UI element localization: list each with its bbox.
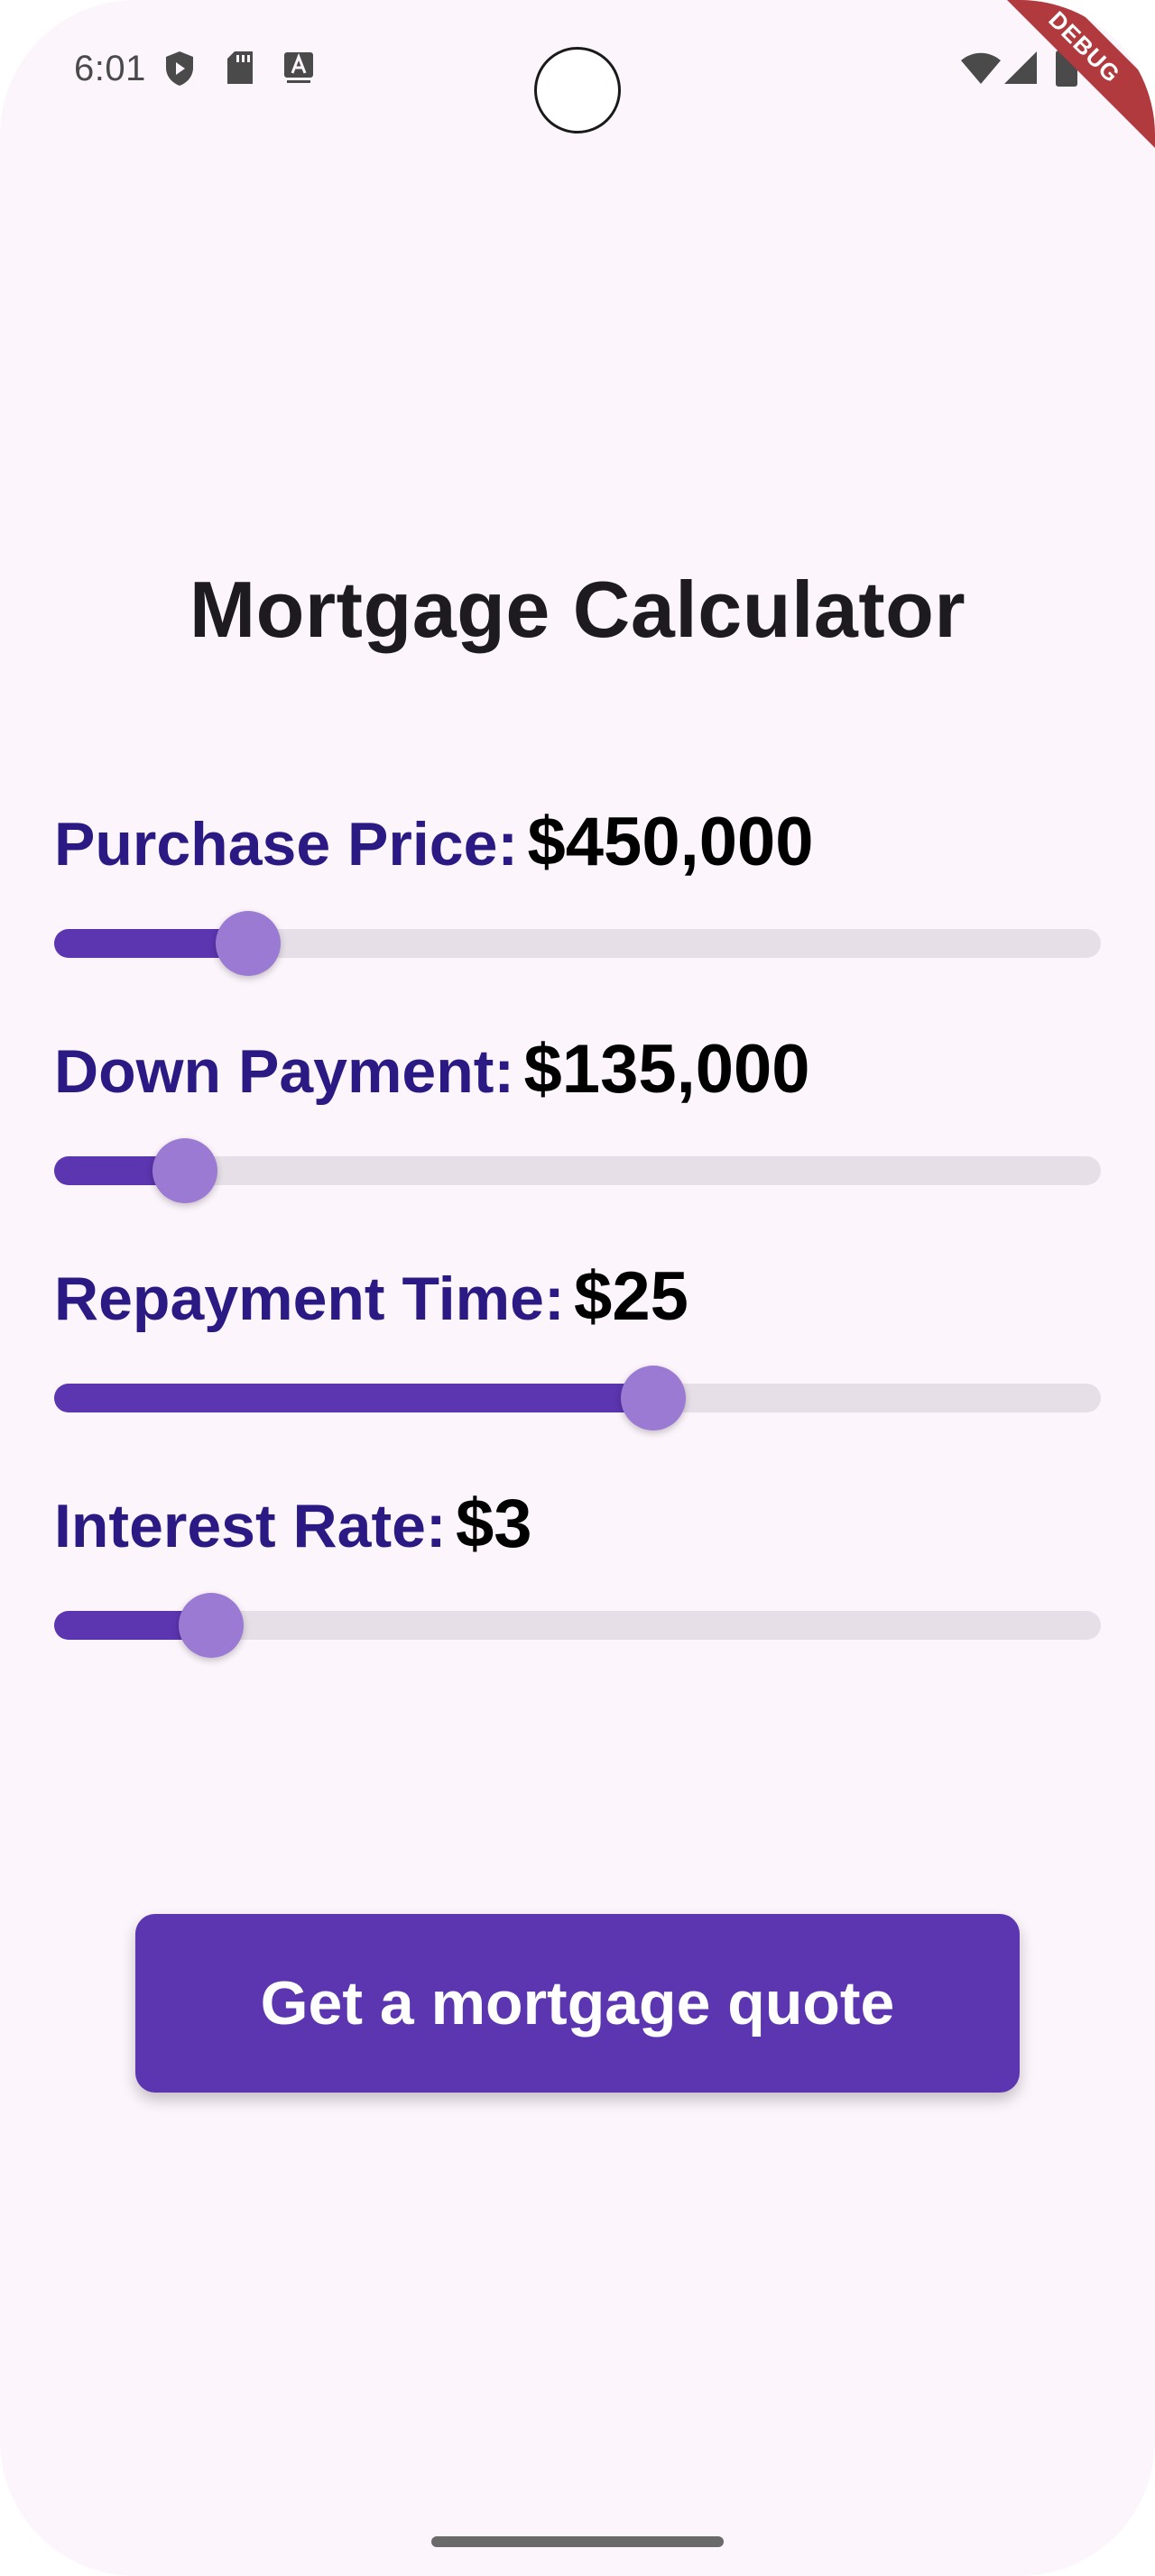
shield-play-icon <box>164 51 195 91</box>
down-payment-slider[interactable] <box>54 1138 1101 1203</box>
home-indicator[interactable] <box>431 2536 724 2547</box>
status-time: 6:01 <box>74 49 146 88</box>
camera-cutout <box>534 47 621 133</box>
sd-card-icon <box>226 51 254 89</box>
page-title: Mortgage Calculator <box>189 565 966 654</box>
down-payment-label: Down Payment: $135,000 <box>54 1030 810 1109</box>
down-payment-value: $135,000 <box>523 1031 810 1108</box>
purchase-price-slider[interactable] <box>54 911 1101 976</box>
purchase-price-slider-thumb[interactable] <box>215 911 281 976</box>
status-bar: 6:01 DEBUG <box>0 0 1155 152</box>
purchase-price-name: Purchase Price: <box>54 810 519 879</box>
interest-rate-value: $3 <box>456 1486 532 1562</box>
down-payment-name: Down Payment: <box>54 1037 515 1106</box>
purchase-price-value: $450,000 <box>527 804 814 880</box>
interest-rate-name: Interest Rate: <box>54 1492 447 1560</box>
repayment-time-slider[interactable] <box>54 1366 1101 1431</box>
purchase-price-label: Purchase Price: $450,000 <box>54 803 814 881</box>
interest-rate-slider-thumb[interactable] <box>179 1593 244 1658</box>
cell-signal-icon <box>1003 51 1038 89</box>
purchase-price-slider-row: Purchase Price: $450,000 <box>54 803 1101 983</box>
interest-rate-slider-row: Interest Rate: $3 <box>54 1485 1101 1665</box>
repayment-time-value: $25 <box>574 1258 688 1335</box>
interest-rate-slider[interactable] <box>54 1593 1101 1658</box>
repayment-time-slider-fill <box>54 1384 653 1412</box>
interest-rate-label: Interest Rate: $3 <box>54 1485 532 1563</box>
repayment-time-label: Repayment Time: $25 <box>54 1257 688 1336</box>
down-payment-slider-row: Down Payment: $135,000 <box>54 1030 1101 1210</box>
repayment-time-name: Repayment Time: <box>54 1265 565 1333</box>
font-a-icon <box>283 51 314 89</box>
wifi-icon <box>960 52 1002 89</box>
get-mortgage-quote-button[interactable]: Get a mortgage quote <box>135 1914 1020 2093</box>
down-payment-slider-thumb[interactable] <box>152 1138 217 1203</box>
app-screen: 6:01 DEBUG Mortgage Calculator Purchase … <box>0 0 1155 2576</box>
repayment-time-slider-thumb[interactable] <box>620 1366 686 1431</box>
repayment-time-slider-row: Repayment Time: $25 <box>54 1257 1101 1438</box>
